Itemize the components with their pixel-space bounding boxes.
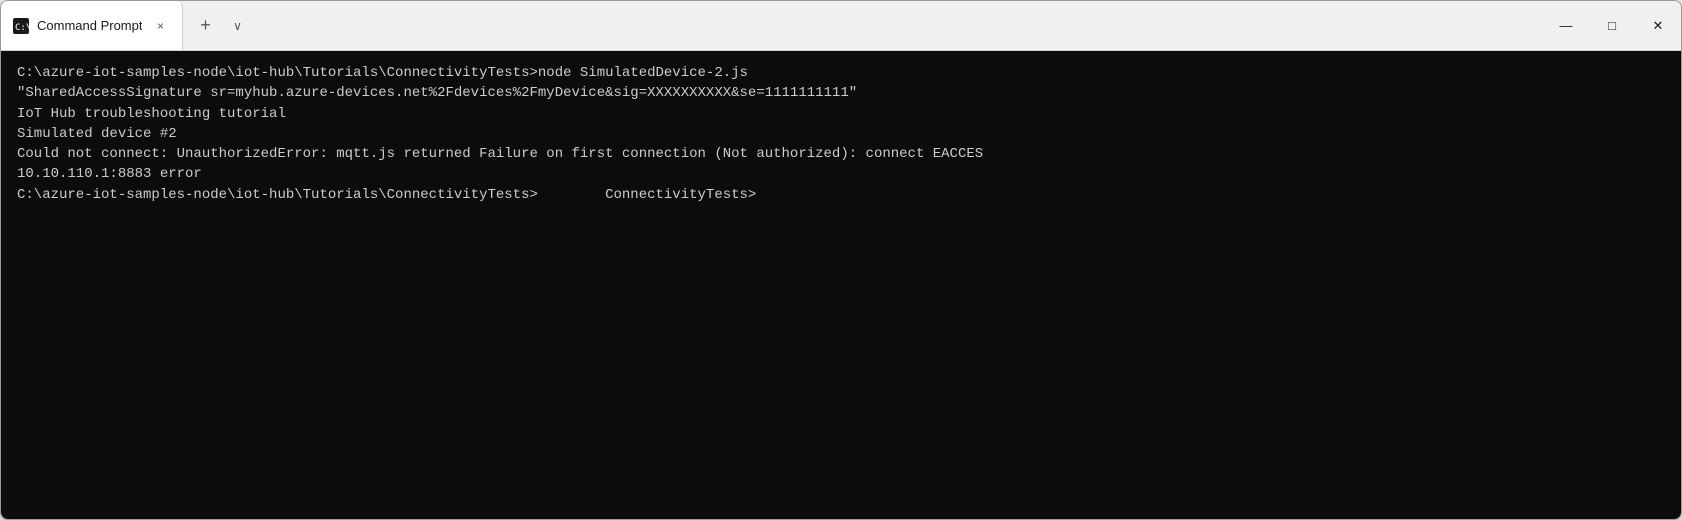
close-button[interactable]: ✕ [1635,1,1681,51]
terminal-line: 10.10.110.1:8883 error [17,164,1665,184]
window: C:\ Command Prompt × + ∨ — □ ✕ C:\azure-… [0,0,1682,520]
terminal-icon: C:\ [13,18,29,34]
terminal-line: IoT Hub troubleshooting tutorial [17,104,1665,124]
tab-command-prompt[interactable]: C:\ Command Prompt × [1,1,183,50]
maximize-button[interactable]: □ [1589,1,1635,51]
window-controls: — □ ✕ [1543,1,1681,50]
terminal-line: C:\azure-iot-samples-node\iot-hub\Tutori… [17,185,1665,205]
terminal-line: C:\azure-iot-samples-node\iot-hub\Tutori… [17,63,1665,83]
terminal-line: Could not connect: UnauthorizedError: mq… [17,144,1665,164]
tab-label: Command Prompt [37,18,142,33]
terminal-output: C:\azure-iot-samples-node\iot-hub\Tutori… [1,51,1681,519]
tab-area: C:\ Command Prompt × + ∨ [1,1,1543,50]
tab-dropdown-button[interactable]: ∨ [223,12,251,40]
minimize-button[interactable]: — [1543,1,1589,51]
terminal-line: Simulated device #2 [17,124,1665,144]
terminal-line: "SharedAccessSignature sr=myhub.azure-de… [17,83,1665,103]
new-tab-button[interactable]: + [187,8,223,44]
tab-close-button[interactable]: × [150,16,170,36]
svg-text:C:\: C:\ [15,23,29,33]
titlebar: C:\ Command Prompt × + ∨ — □ ✕ [1,1,1681,51]
